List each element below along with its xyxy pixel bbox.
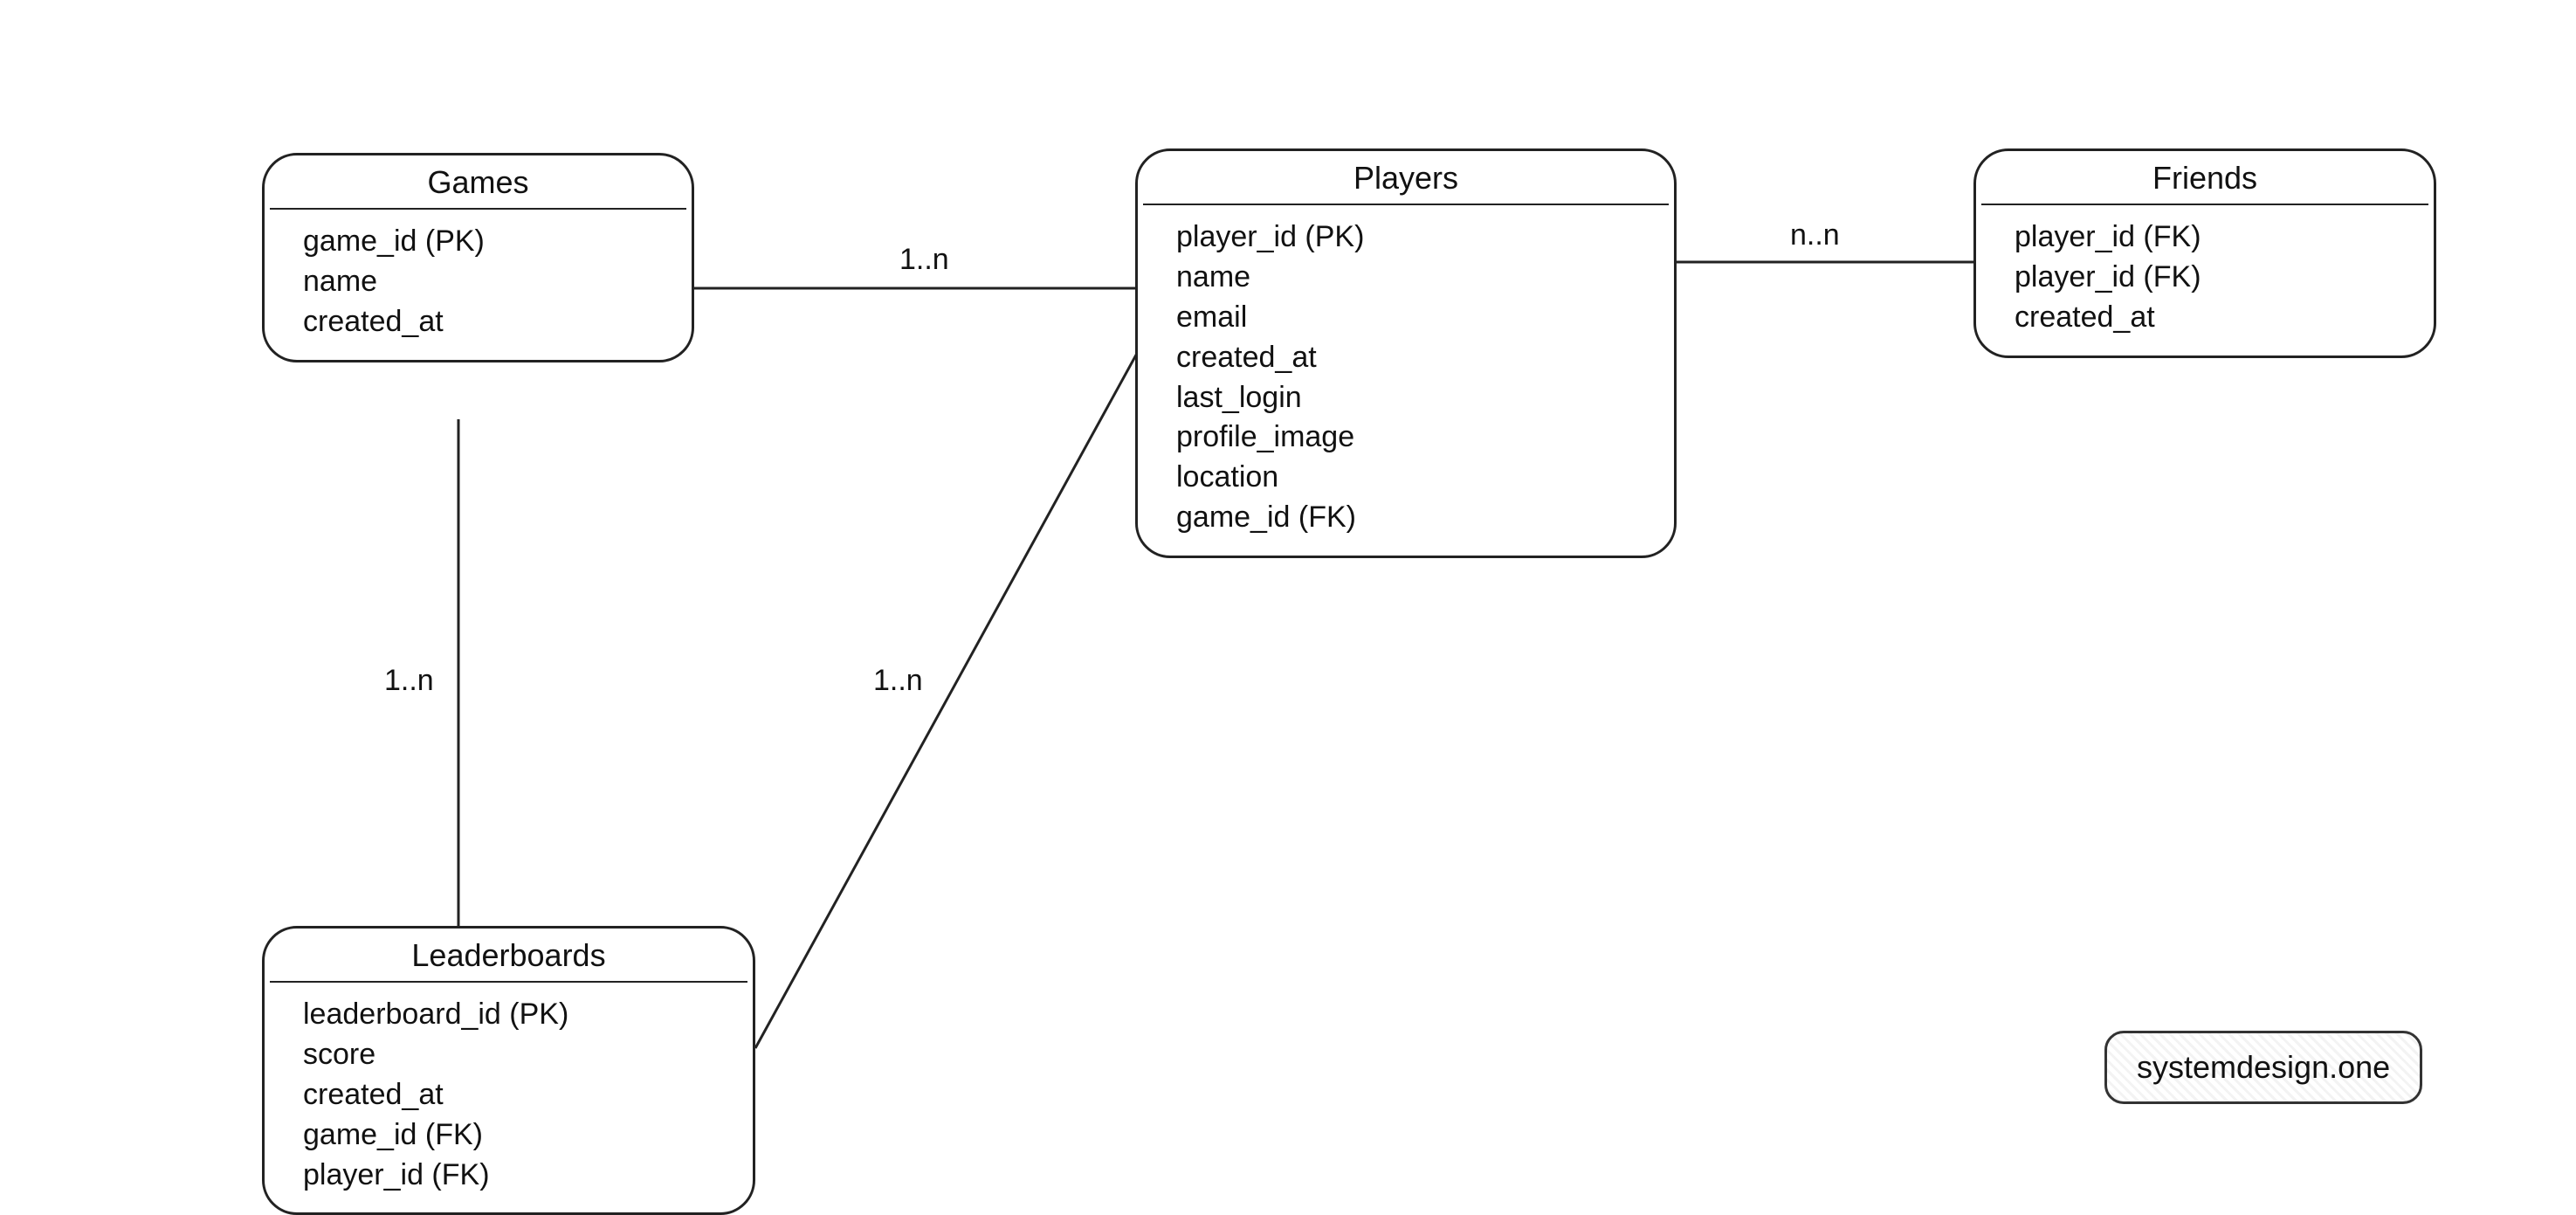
- field: game_id (FK): [303, 1115, 723, 1156]
- field: created_at: [2015, 298, 2404, 338]
- entity-leaderboards: Leaderboards leaderboard_id (PK) score c…: [262, 926, 755, 1215]
- field: name: [1176, 258, 1644, 298]
- field: name: [303, 262, 662, 302]
- er-diagram-canvas: Games game_id (PK) name created_at Playe…: [0, 0, 2576, 1195]
- rel-players-leaderboards: 1..n: [873, 664, 923, 698]
- entity-players-fields: player_id (PK) name email created_at las…: [1138, 205, 1674, 556]
- entity-friends-fields: player_id (FK) player_id (FK) created_at: [1976, 205, 2434, 356]
- field: player_id (FK): [303, 1156, 723, 1196]
- entity-players: Players player_id (PK) name email create…: [1135, 148, 1677, 558]
- entity-games-fields: game_id (PK) name created_at: [265, 210, 692, 360]
- field: profile_image: [1176, 418, 1644, 458]
- field: game_id (PK): [303, 222, 662, 262]
- field: leaderboard_id (PK): [303, 995, 723, 1035]
- field: game_id (FK): [1176, 498, 1644, 538]
- entity-friends: Friends player_id (FK) player_id (FK) cr…: [1973, 148, 2436, 358]
- watermark-badge: systemdesign.one: [2104, 1031, 2422, 1104]
- field: created_at: [1176, 338, 1644, 378]
- field: player_id (FK): [2015, 217, 2404, 258]
- field: score: [303, 1035, 723, 1075]
- watermark-text: systemdesign.one: [2137, 1049, 2390, 1085]
- field: location: [1176, 458, 1644, 498]
- field: created_at: [303, 302, 662, 342]
- field: player_id (FK): [2015, 258, 2404, 298]
- entity-leaderboards-title: Leaderboards: [270, 929, 747, 983]
- rel-players-friends: n..n: [1790, 218, 1840, 252]
- entity-friends-title: Friends: [1981, 151, 2428, 205]
- entity-games: Games game_id (PK) name created_at: [262, 153, 694, 362]
- field: last_login: [1176, 378, 1644, 418]
- entity-players-title: Players: [1143, 151, 1669, 205]
- entity-leaderboards-fields: leaderboard_id (PK) score created_at gam…: [265, 983, 753, 1212]
- entity-games-title: Games: [270, 155, 686, 210]
- rel-games-leaderboards: 1..n: [384, 664, 434, 698]
- field: created_at: [303, 1075, 723, 1115]
- field: email: [1176, 298, 1644, 338]
- rel-games-players: 1..n: [899, 243, 949, 277]
- field: player_id (PK): [1176, 217, 1644, 258]
